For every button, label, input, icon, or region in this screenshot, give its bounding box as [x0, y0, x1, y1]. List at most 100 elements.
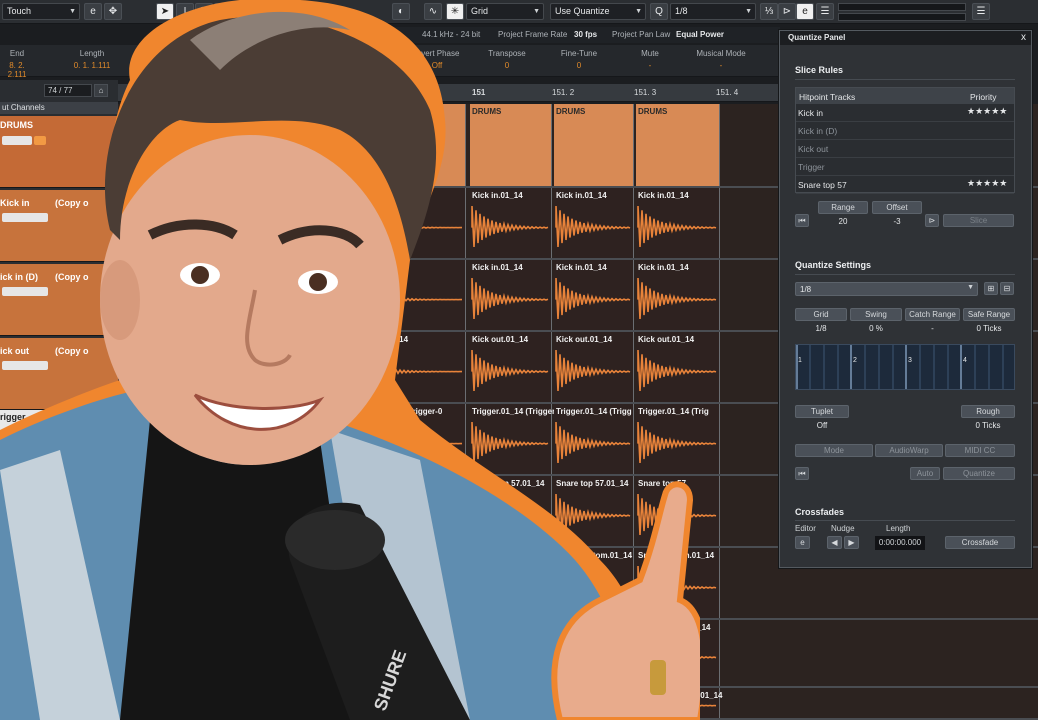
move-tool-icon[interactable]: ✥: [104, 3, 122, 20]
folder-event[interactable]: DRUMS: [470, 104, 552, 186]
slice-icon[interactable]: ⊳: [925, 214, 939, 227]
grid-type-select[interactable]: Use Quantize ▼: [550, 3, 646, 20]
rewind-icon[interactable]: ⏮: [795, 214, 809, 227]
track-header-drums[interactable]: DRUMS: [0, 116, 118, 188]
info-musical-mode[interactable]: Musical Mode -: [690, 49, 752, 70]
quantize-icon[interactable]: Q: [650, 3, 668, 20]
draw-tool-icon[interactable]: ✎: [195, 3, 213, 20]
audio-event[interactable]: Snare top 57.01_14: [350, 476, 466, 546]
audio-event[interactable]: Snare bottom.01_14: [350, 548, 466, 618]
timeline-ruler[interactable]: 151 151. 2 151. 3 151. 4: [118, 84, 778, 102]
audio-event[interactable]: Kick in.01_14: [470, 188, 552, 258]
track-buttons[interactable]: [2, 213, 48, 222]
audio-event[interactable]: Kick out.01_14: [470, 332, 552, 402]
audio-event[interactable]: Snare top 57: [636, 476, 720, 546]
crossfade-button[interactable]: Crossfade: [945, 536, 1015, 549]
tuplet-value[interactable]: Off: [795, 421, 849, 430]
hitpoint-tracks-table[interactable]: Hitpoint Tracks Priority Kick in ★★★★★ Kic…: [795, 87, 1015, 194]
track-buttons[interactable]: [2, 287, 48, 296]
audio-event[interactable]: Kick in.01_14: [470, 260, 552, 330]
folder-event[interactable]: DRUMS: [554, 104, 634, 186]
nudge-left-icon[interactable]: ◀: [827, 536, 842, 549]
grid-value[interactable]: 1/8: [795, 324, 847, 333]
edit-icon[interactable]: e: [84, 3, 102, 20]
table-row[interactable]: Kick out: [796, 140, 1014, 158]
home-icon[interactable]: ⌂: [94, 84, 108, 97]
iterative-quantize-icon[interactable]: ⅓: [760, 3, 778, 20]
audio-event[interactable]: Kick in.01_14: [554, 260, 634, 330]
audio-event[interactable]: Snare top 57.01_14: [470, 476, 552, 546]
audio-event[interactable]: Kick out.01_14: [554, 332, 634, 402]
snap-grid-icon[interactable]: ✳: [446, 3, 464, 20]
audio-event[interactable]: Trigger.01_14 (Trigger: [470, 404, 555, 474]
audio-event[interactable]: Kick in.01_14: [554, 188, 634, 258]
midi-cc-button[interactable]: MIDI CC: [945, 444, 1015, 457]
audio-event[interactable]: Trigger.01_14 (Trigg: [554, 404, 634, 474]
table-row[interactable]: Kick in (D): [796, 122, 1014, 140]
table-row[interactable]: Snare top 57 ★★★★★: [796, 176, 1014, 194]
erase-tool-icon[interactable]: ⌫: [214, 3, 232, 20]
audio-event[interactable]: Snare top SM81.01_14: [636, 688, 722, 718]
audio-event[interactable]: Snare top 57.01_14: [350, 620, 466, 686]
warp-tool-icon[interactable]: ◐: [392, 3, 410, 20]
swing-value[interactable]: 0 %: [850, 324, 902, 333]
audio-event[interactable]: Kick in.01_14: [636, 260, 720, 330]
priority-stars[interactable]: ★★★★★: [967, 106, 1007, 117]
snap-toggle-icon[interactable]: ∿: [424, 3, 442, 20]
folder-event[interactable]: DRUMS: [350, 104, 466, 186]
auto-button[interactable]: Auto: [910, 467, 940, 480]
quantize-preset-select[interactable]: 1/8 ▼: [795, 282, 978, 296]
remove-preset-icon[interactable]: ⊟: [1000, 282, 1014, 295]
table-row[interactable]: Trigger: [796, 158, 1014, 176]
info-transpose[interactable]: Transpose 0: [476, 49, 538, 70]
crossfade-editor-icon[interactable]: e: [795, 536, 810, 549]
info-invert-phase[interactable]: Invert Phase Off: [405, 49, 469, 70]
audiowarp-quantize-icon[interactable]: ⊳: [778, 3, 796, 20]
snap-type-select[interactable]: Grid ▼: [466, 3, 544, 20]
audio-event[interactable]: Snare bottom.01_14: [636, 548, 720, 618]
quantize-preset-select[interactable]: 1/8 ▼: [670, 3, 756, 20]
audio-event[interactable]: Snare top SM81.01_14: [554, 688, 640, 718]
offset-value[interactable]: -3: [872, 217, 922, 226]
mode-button[interactable]: Mode: [795, 444, 873, 457]
info-length[interactable]: Length 0. 1. 1.111: [62, 49, 122, 70]
track-buttons[interactable]: [2, 361, 48, 370]
quantize-panel-icon[interactable]: e: [796, 3, 814, 20]
audio-event[interactable]: Snare top 57.01_14: [636, 620, 720, 686]
panel-titlebar[interactable]: Quantize Panel x: [780, 31, 1031, 45]
audio-event[interactable]: Snare top SM81.01_14: [470, 688, 556, 718]
folder-event[interactable]: DRUMS: [636, 104, 720, 186]
info-fine-tune[interactable]: Fine-Tune 0: [548, 49, 610, 70]
safe-range-value[interactable]: 0 Ticks: [963, 324, 1015, 333]
track-header-kick-in[interactable]: Kick in (Copy o: [0, 190, 118, 262]
audio-event[interactable]: Trigger.01_14 (Trig: [636, 404, 720, 474]
close-icon[interactable]: x: [1021, 32, 1026, 43]
audio-event[interactable]: Kick in.01_14: [350, 260, 466, 330]
audio-event[interactable]: Snare bottom.01_14: [554, 548, 634, 618]
table-row[interactable]: Kick in ★★★★★: [796, 104, 1014, 122]
track-header-kick-out[interactable]: ick out (Copy o: [0, 338, 118, 410]
audio-event[interactable]: Kick out.01_14: [636, 332, 720, 402]
quantize-button[interactable]: Quantize: [943, 467, 1015, 480]
audio-event[interactable]: Snare top 57.01_14: [554, 476, 634, 546]
bars-icon[interactable]: ☰: [972, 3, 990, 20]
edit-button[interactable]: [34, 136, 46, 145]
info-end[interactable]: End 8. 2. 2.111: [2, 49, 32, 79]
audiowarp-button[interactable]: AudioWarp: [875, 444, 943, 457]
audio-event[interactable]: Snare bottom.01_14: [470, 548, 552, 618]
nudge-right-icon[interactable]: ▶: [844, 536, 859, 549]
quantize-grid-display[interactable]: 1 2 3 4: [795, 344, 1015, 390]
track-header-trigger[interactable]: rigger (Copy: [0, 410, 118, 470]
audio-event[interactable]: Kick in.01_14: [636, 188, 720, 258]
info-mute[interactable]: Mute -: [620, 49, 680, 70]
audio-event[interactable]: Snare top 57.01_14: [470, 620, 552, 686]
reset-quantize-icon[interactable]: ⏮: [795, 467, 809, 480]
priority-stars[interactable]: ★★★★★: [967, 178, 1007, 189]
audio-event[interactable]: Trigger.01_14 (Trigger-0: [350, 404, 466, 474]
track-header-kick-in-d[interactable]: ick in (D) (Copy o: [0, 264, 118, 336]
range-value[interactable]: 20: [818, 217, 868, 226]
folder-row[interactable]: ut Channels: [0, 102, 118, 114]
catch-range-value[interactable]: -: [905, 324, 960, 333]
rough-value[interactable]: 0 Ticks: [961, 421, 1015, 430]
audio-event[interactable]: Kick in.01_14: [350, 188, 466, 258]
